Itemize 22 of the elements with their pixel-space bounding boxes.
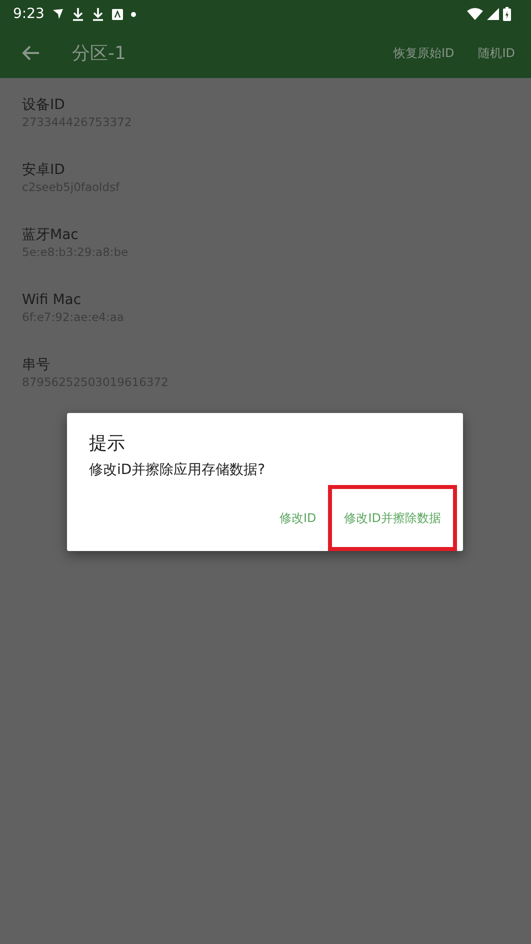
download-icon	[72, 8, 84, 20]
download-icon	[92, 8, 104, 20]
toolbar-title: 分区-1	[72, 42, 126, 66]
toolbar-action[interactable]: 随机ID	[478, 44, 515, 62]
field-label: 串号	[22, 356, 51, 374]
dialog-message: 修改iD并擦除应用存储数据?	[89, 461, 266, 480]
wifi-icon	[467, 8, 483, 20]
back-icon[interactable]	[22, 45, 40, 61]
battery-icon	[503, 7, 511, 21]
field-label: 设备ID	[22, 96, 66, 114]
toolbar-action[interactable]: 恢复原始ID	[393, 44, 454, 62]
field-label: Wifi Mac	[22, 291, 82, 309]
notification-icon	[52, 8, 64, 20]
clock: 9:23	[13, 4, 44, 24]
signal-icon	[487, 8, 499, 20]
dot-icon	[131, 12, 136, 16]
dialog-title: 提示	[89, 432, 125, 456]
app-icon	[112, 8, 124, 20]
field-label: 安卓ID	[22, 161, 66, 179]
dialog-button[interactable]: 修改ID并擦除数据	[328, 485, 457, 551]
dialog-button[interactable]: 修改ID	[267, 488, 328, 548]
field-label: 蓝牙Mac	[22, 226, 80, 244]
